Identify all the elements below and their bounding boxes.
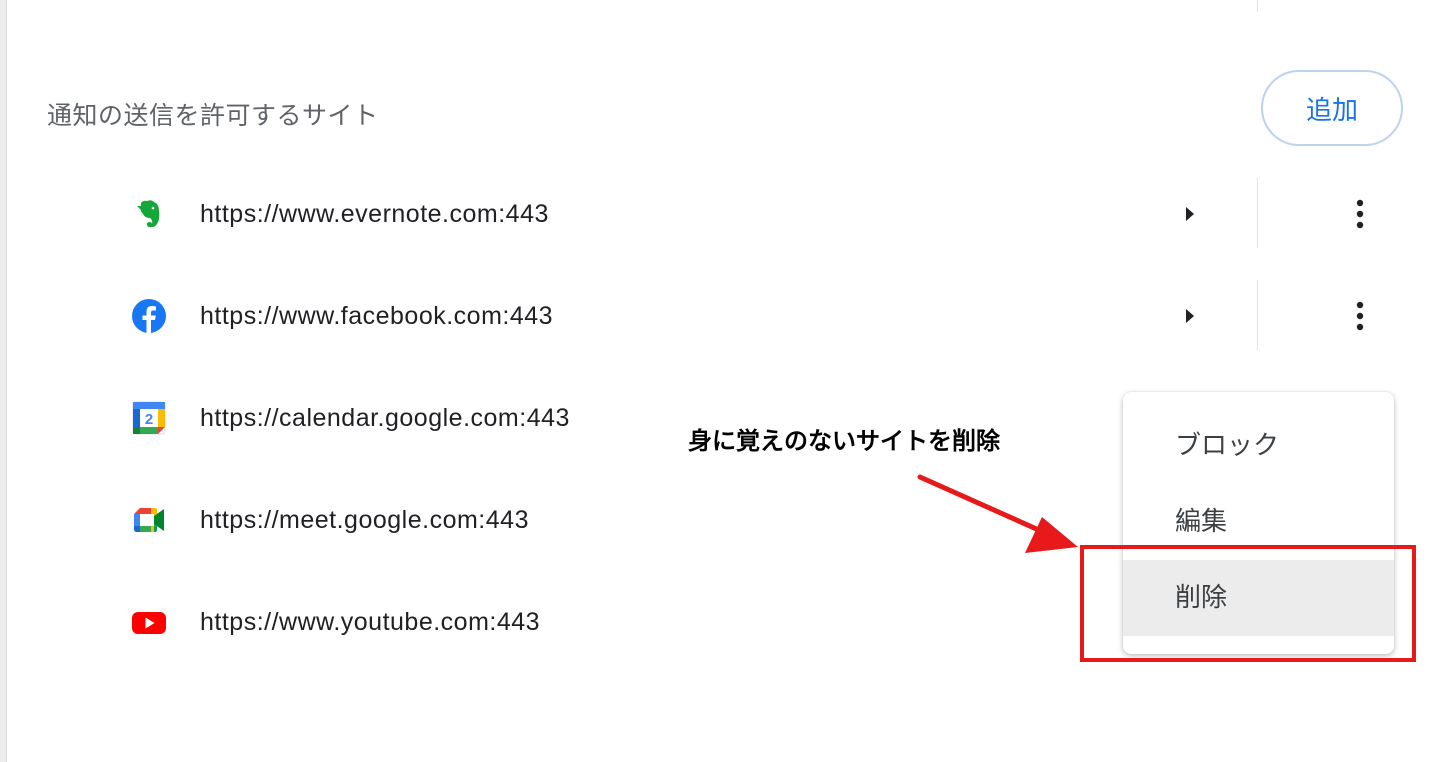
calendar-day-label: 2 — [145, 411, 153, 428]
more-actions-icon[interactable] — [1340, 296, 1380, 336]
site-row-facebook: https://www.facebook.com:443 — [0, 266, 1440, 368]
highlight-box — [1080, 545, 1416, 662]
site-url[interactable]: https://www.facebook.com:443 — [200, 296, 553, 336]
site-url[interactable]: https://www.youtube.com:443 — [200, 602, 540, 642]
row-divider — [1257, 178, 1258, 248]
annotation-text: 身に覚えのないサイトを削除 — [688, 427, 1000, 455]
add-button[interactable]: 追加 — [1261, 70, 1403, 146]
section-title: 通知の送信を許可するサイト — [47, 101, 379, 130]
site-url[interactable]: https://meet.google.com:443 — [200, 500, 529, 540]
site-url[interactable]: https://calendar.google.com:443 — [200, 398, 570, 438]
menu-item-block[interactable]: ブロック — [1123, 408, 1394, 484]
youtube-icon — [131, 604, 167, 640]
site-url[interactable]: https://www.evernote.com:443 — [200, 194, 549, 234]
evernote-icon — [131, 196, 167, 232]
row-divider — [1257, 280, 1258, 350]
expand-arrow-icon[interactable] — [1178, 304, 1202, 328]
facebook-icon — [131, 298, 167, 334]
google-calendar-icon: 2 — [131, 400, 167, 436]
site-settings-page: 通知の送信を許可するサイト 追加 https://www.evernote.co… — [0, 0, 1440, 762]
top-divider — [1257, 0, 1258, 12]
annotation-arrow-icon — [917, 474, 1078, 553]
google-meet-icon — [131, 502, 167, 538]
more-actions-icon[interactable] — [1340, 194, 1380, 234]
site-row-evernote: https://www.evernote.com:443 — [0, 164, 1440, 266]
expand-arrow-icon[interactable] — [1178, 202, 1202, 226]
